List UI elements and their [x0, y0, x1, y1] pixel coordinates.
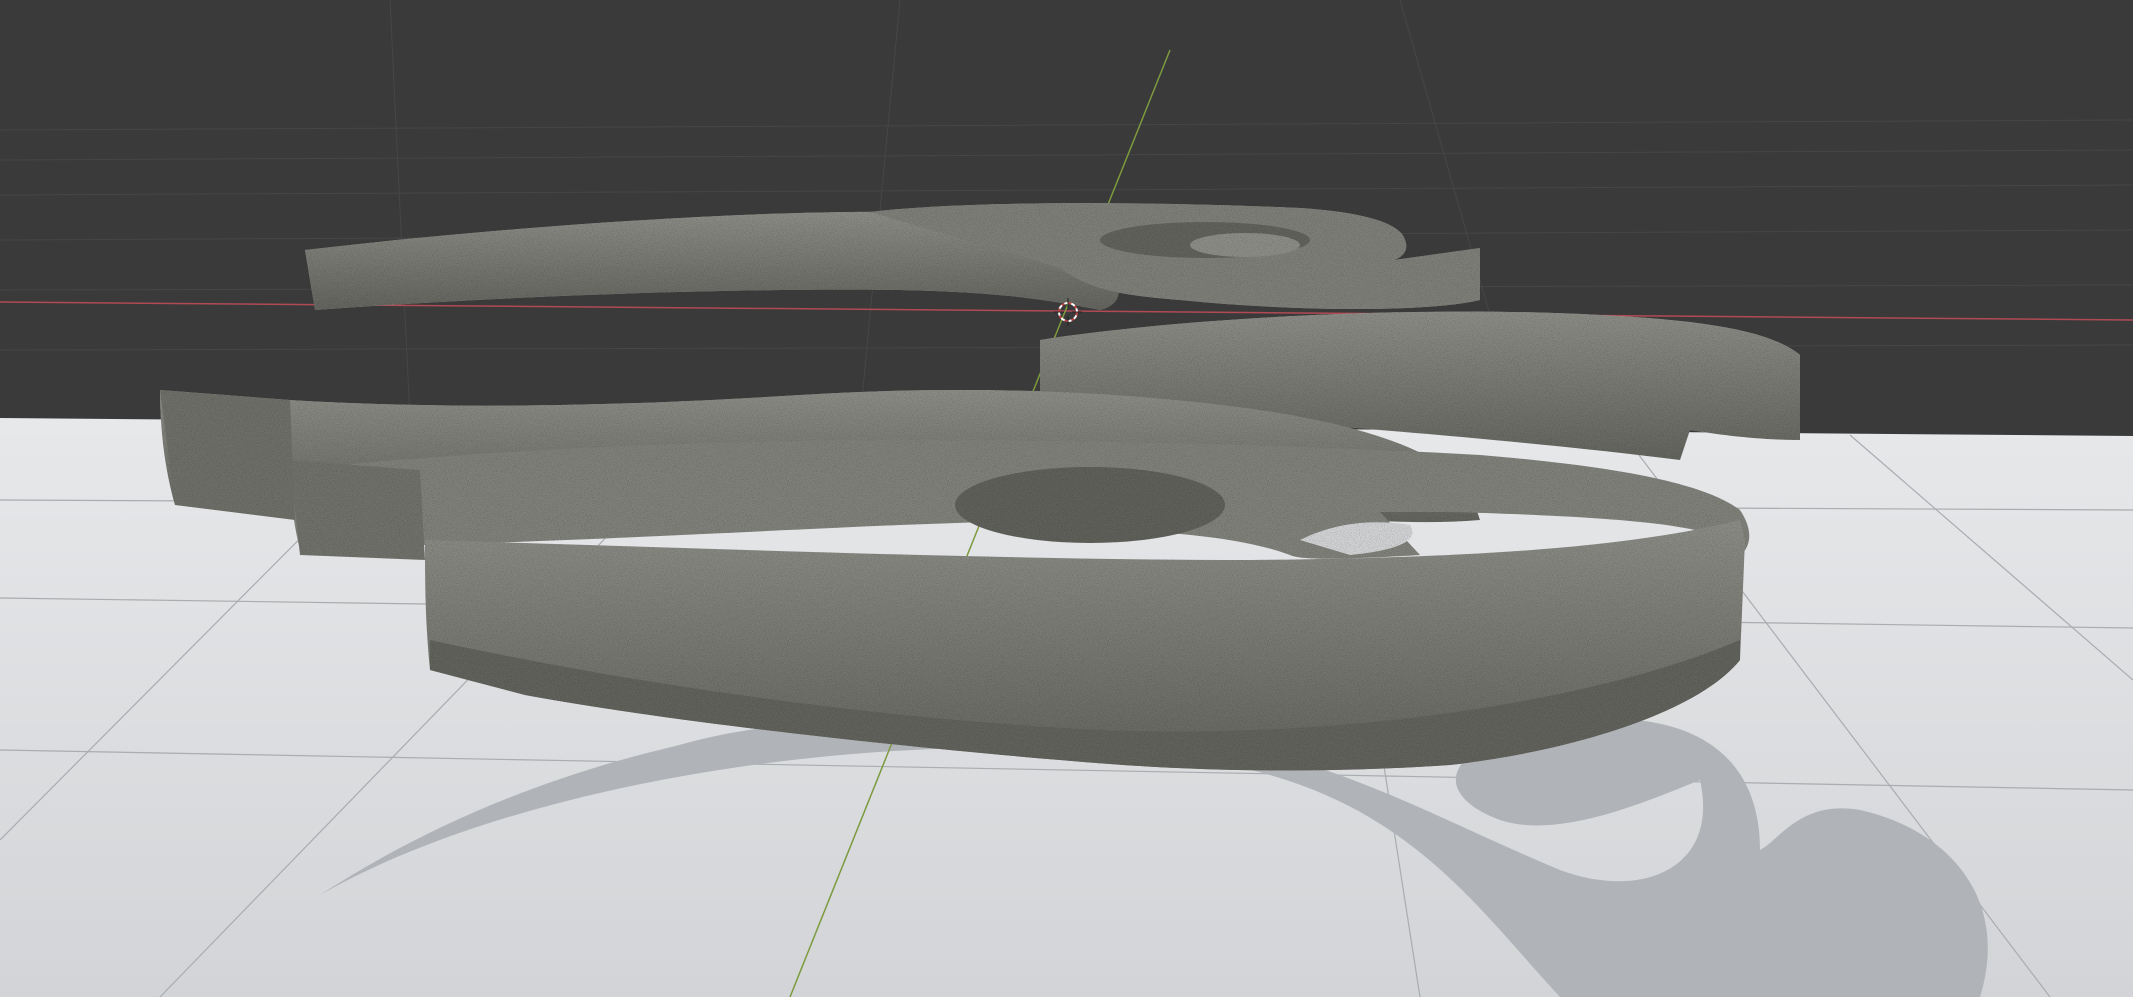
emblem-left-block-2[interactable]	[160, 390, 295, 520]
emblem-center-hole	[955, 467, 1225, 543]
viewport-canvas[interactable]	[0, 0, 2133, 997]
emblem-top-hole-inner	[1190, 233, 1300, 257]
emblem-left-block[interactable]	[290, 460, 425, 560]
3d-viewport[interactable]	[0, 0, 2133, 997]
